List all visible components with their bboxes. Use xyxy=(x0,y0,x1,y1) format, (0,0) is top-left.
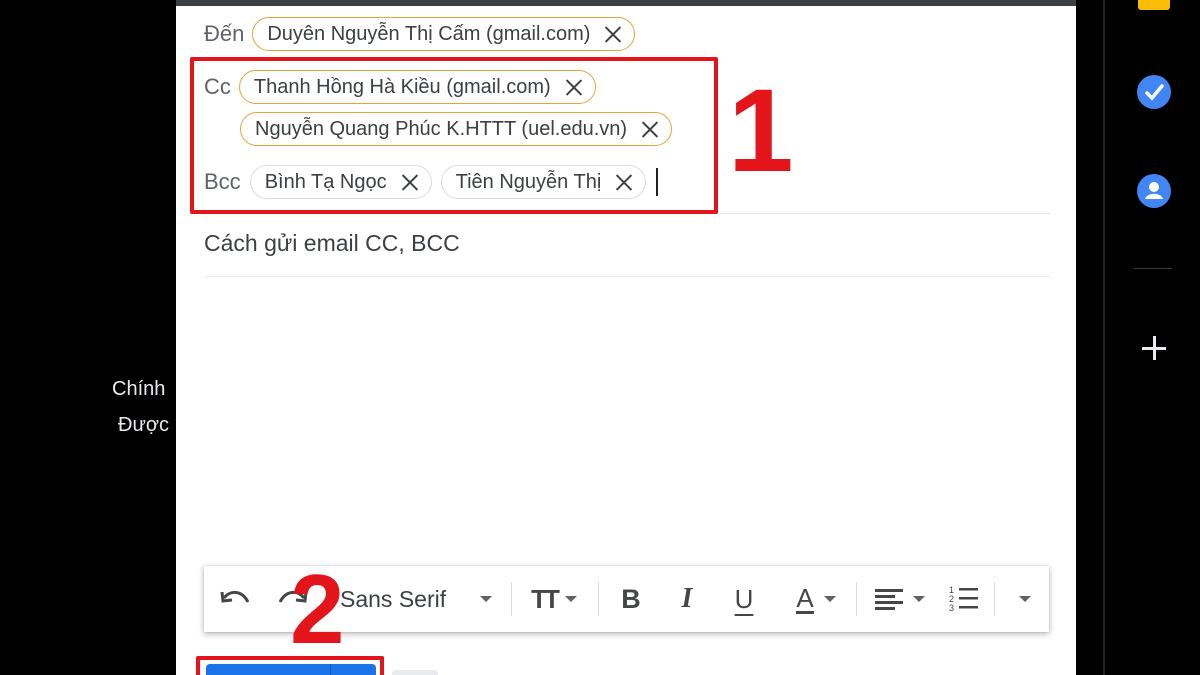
text-color-icon[interactable]: A xyxy=(788,566,844,632)
recipient-chip[interactable]: Duyên Nguyễn Thị Cấm (gmail.com) xyxy=(252,17,636,51)
font-dropdown-icon xyxy=(480,596,493,602)
subject-divider xyxy=(204,276,1050,277)
toolbar-separator xyxy=(511,582,512,616)
align-icon[interactable] xyxy=(870,566,930,632)
nav-label-sent[interactable]: Được xyxy=(118,414,169,437)
svg-text:3: 3 xyxy=(949,603,954,613)
annotation-box-recipients xyxy=(190,57,718,214)
annotation-number-2: 2 xyxy=(290,554,345,664)
message-body[interactable] xyxy=(204,284,1050,554)
font-family-value: Sans Serif xyxy=(340,585,447,612)
side-panel-divider xyxy=(1134,268,1172,269)
toolbar-separator xyxy=(856,582,857,616)
toolbar-separator xyxy=(994,582,995,616)
toolbar-separator xyxy=(598,582,599,616)
text-size-icon[interactable]: TT xyxy=(524,566,584,632)
nav-label-inbox[interactable]: Chính xyxy=(112,378,165,401)
add-icon[interactable] xyxy=(1142,336,1166,360)
subject-field[interactable]: Cách gửi email CC, BCC xyxy=(204,230,460,257)
recipient-name: Duyên Nguyễn Thị Cấm (gmail.com) xyxy=(267,22,591,45)
annotation-number-1: 1 xyxy=(728,65,794,197)
italic-icon[interactable]: I xyxy=(672,566,702,632)
attachment-button[interactable] xyxy=(392,670,438,675)
numbered-list-icon[interactable]: 123 xyxy=(946,566,982,632)
contacts-icon[interactable] xyxy=(1137,174,1171,208)
to-row: Đến Duyên Nguyễn Thị Cấm (gmail.com) xyxy=(204,17,636,51)
more-options-icon[interactable] xyxy=(1010,566,1040,632)
undo-icon[interactable] xyxy=(218,566,254,632)
side-panel-border xyxy=(1103,0,1105,675)
font-family-select[interactable]: Sans Serif xyxy=(340,566,500,632)
remove-recipient-icon[interactable] xyxy=(604,25,622,43)
underline-icon[interactable]: U xyxy=(729,566,759,632)
keep-icon[interactable] xyxy=(1138,0,1170,10)
compose-header-edge xyxy=(176,0,1076,6)
bold-icon[interactable]: B xyxy=(616,566,646,632)
tasks-icon[interactable] xyxy=(1137,75,1171,109)
to-label[interactable]: Đến xyxy=(204,21,244,47)
